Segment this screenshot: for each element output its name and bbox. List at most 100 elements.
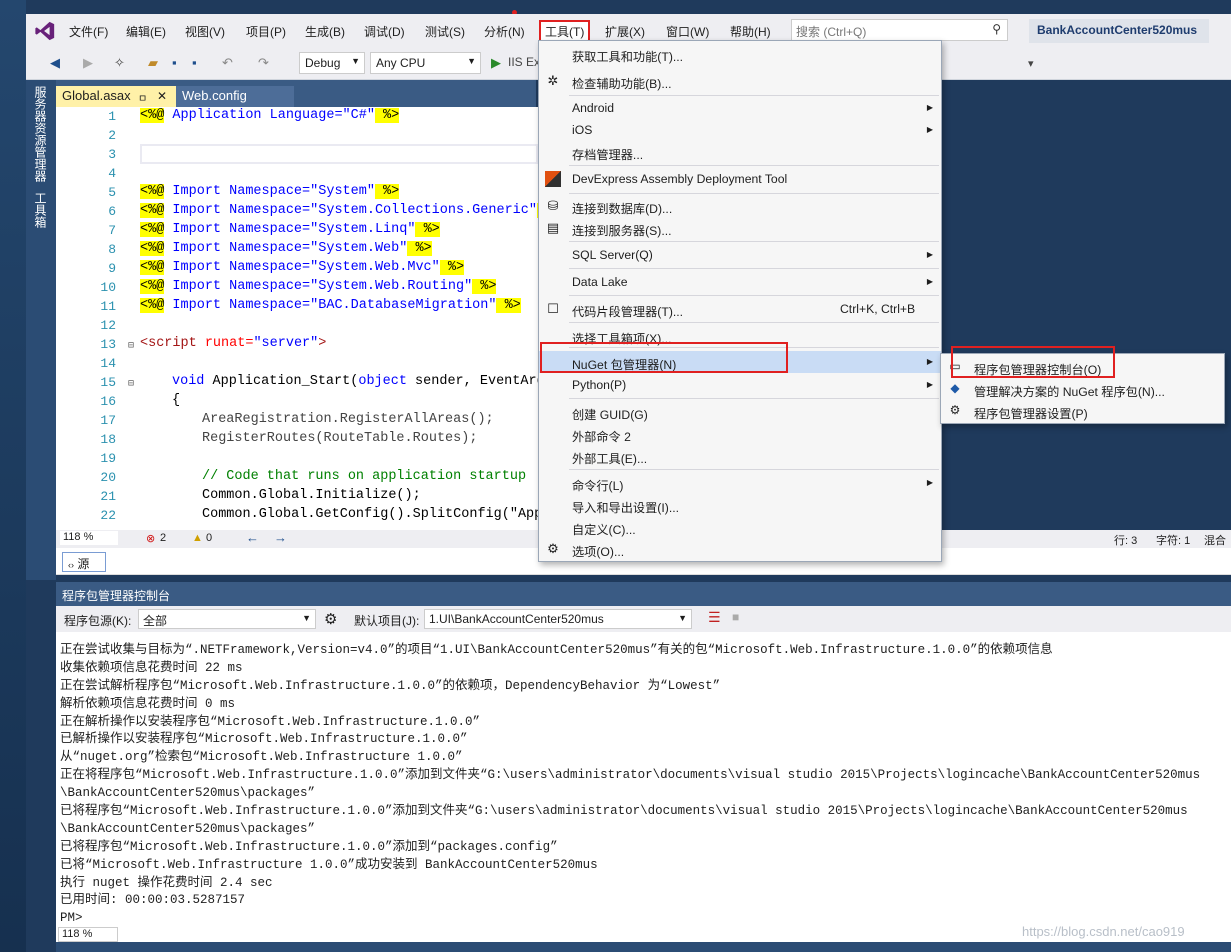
menu-item-android[interactable]: Android ▶ xyxy=(539,97,941,119)
toolbar-overflow-icon[interactable]: ▾ xyxy=(1028,57,1034,70)
nav-forward-icon[interactable]: → xyxy=(274,530,287,545)
pin-icon[interactable]: ㅁ xyxy=(138,90,147,105)
menu-test[interactable]: 测试(S) xyxy=(425,23,465,40)
directive-body: Import Namespace= xyxy=(164,241,311,256)
menu-item-accessibility[interactable]: ✲ 检查辅助功能(B)... xyxy=(539,70,941,92)
menu-item-customize[interactable]: 自定义(C)... xyxy=(539,516,941,538)
default-project-label: 默认项目(J): xyxy=(354,614,420,628)
code-line-6: <%@ Import Namespace="System.Collections… xyxy=(140,203,538,218)
error-count[interactable]: 2 xyxy=(160,532,166,544)
save-icon[interactable]: ▪ xyxy=(172,55,177,70)
submenu-item-package-manager-settings[interactable]: ⚙ 程序包管理器设置(P) xyxy=(941,400,1224,422)
menu-item-external-command-2[interactable]: 外部命令 2 xyxy=(539,423,941,445)
menu-build[interactable]: 生成(B) xyxy=(305,23,345,40)
menu-item-archive-manager[interactable]: 存档管理器... xyxy=(539,141,941,163)
collapse-icon[interactable]: ⊟ xyxy=(128,340,134,352)
line-number: 21 xyxy=(100,489,116,504)
run-icon[interactable]: ▶ xyxy=(491,55,501,71)
warning-count[interactable]: 0 xyxy=(206,532,212,544)
back-icon[interactable]: ◀ xyxy=(50,55,60,71)
line-number: 14 xyxy=(100,356,116,371)
settings-gear-icon[interactable]: ⚙ xyxy=(324,610,337,628)
directive-open: <%@ xyxy=(140,222,165,237)
menu-edit[interactable]: 编辑(E) xyxy=(126,23,166,40)
menu-project[interactable]: 项目(P) xyxy=(246,23,286,40)
collapse-icon[interactable]: ⊟ xyxy=(128,378,134,390)
tab-global-asax[interactable]: Global.asax ㅁ ✕ xyxy=(56,86,176,107)
menu-item-connect-database[interactable]: ⛁ 连接到数据库(D)... xyxy=(539,195,941,217)
menu-item-connect-server[interactable]: ▤ 连接到服务器(S)... xyxy=(539,217,941,239)
chevron-down-icon: ▼ xyxy=(302,613,311,623)
menu-item-label: 外部工具(E)... xyxy=(572,452,648,466)
menu-item-get-tools[interactable]: 获取工具和功能(T)... xyxy=(539,43,941,65)
menu-item-external-tools[interactable]: 外部工具(E)... xyxy=(539,445,941,467)
warning-icon: ▲ xyxy=(192,532,203,544)
directive-body: Import Namespace= xyxy=(164,203,311,218)
default-project-select[interactable]: 1.UI\BankAccountCenter520mus ▼ xyxy=(424,609,692,629)
toolbox-tab[interactable]: 工具箱 xyxy=(32,192,49,228)
new-project-icon[interactable]: ✧ xyxy=(114,55,125,71)
redo-icon[interactable]: ↷ xyxy=(258,55,269,71)
console-output[interactable]: 正在尝试收集与目标为“.NETFramework,Version=v4.0”的项… xyxy=(60,642,1230,928)
open-file-icon[interactable]: ▰ xyxy=(148,55,158,71)
submenu-item-manage-nuget-packages[interactable]: ◆ 管理解决方案的 NuGet 程序包(N)... xyxy=(941,378,1224,400)
run-target-label[interactable]: IIS Ex xyxy=(508,55,540,69)
undo-icon[interactable]: ↶ xyxy=(222,55,233,71)
menu-debug[interactable]: 调试(D) xyxy=(364,23,405,40)
menu-analyze[interactable]: 分析(N) xyxy=(484,23,525,40)
menu-item-label: 命令行(L) xyxy=(572,479,624,493)
line-number: 18 xyxy=(100,432,116,447)
menu-extensions[interactable]: 扩展(X) xyxy=(605,23,645,40)
submenu-arrow-icon: ▶ xyxy=(926,357,933,366)
default-project-value: 1.UI\BankAccountCenter520mus xyxy=(429,612,604,626)
zoom-select[interactable]: 118 % xyxy=(60,531,118,545)
line-number: 17 xyxy=(100,413,116,428)
desktop-background xyxy=(0,0,26,952)
menu-item-label: 连接到服务器(S)... xyxy=(572,224,672,238)
menu-item-python[interactable]: Python(P) ▶ xyxy=(539,374,941,396)
line-number: 9 xyxy=(108,261,116,276)
menu-view[interactable]: 视图(V) xyxy=(185,23,225,40)
close-icon[interactable]: ✕ xyxy=(157,89,167,103)
forward-icon[interactable]: ▶ xyxy=(83,55,93,71)
source-view-button[interactable]: ‹› 源 xyxy=(62,552,106,572)
current-line-highlight xyxy=(140,144,538,164)
menu-item-create-guid[interactable]: 创建 GUID(G) xyxy=(539,401,941,423)
stop-icon[interactable]: ■ xyxy=(732,610,739,624)
platform-select[interactable]: Any CPU ▼ xyxy=(370,52,481,74)
menu-item-label: 存档管理器... xyxy=(572,148,644,162)
menu-item-import-export[interactable]: 导入和导出设置(I)... xyxy=(539,494,941,516)
menu-item-snippet-manager[interactable]: ☐ 代码片段管理器(T)... Ctrl+K, Ctrl+B xyxy=(539,298,941,320)
code-editor[interactable]: 1 2 3 4 5 6 7 8 9 10 11 12 13 14 15 16 1… xyxy=(56,107,538,530)
clear-console-icon[interactable]: ☰ xyxy=(708,609,721,626)
console-zoom-select[interactable]: 118 % xyxy=(58,927,118,942)
server-explorer-tab[interactable]: 服务器资源管理器 xyxy=(32,86,49,182)
console-line: 收集依赖项信息花费时间 22 ms xyxy=(60,660,243,675)
configuration-select[interactable]: Debug ▼ xyxy=(299,52,365,74)
menu-item-options[interactable]: ⚙ 选项(O)... xyxy=(539,538,941,560)
code-line-13: <script runat="server"> xyxy=(140,336,326,351)
tab-web-config[interactable]: Web.config xyxy=(176,86,294,107)
menu-item-ios[interactable]: iOS ▶ xyxy=(539,119,941,141)
code-line-21: Common.Global.Initialize(); xyxy=(202,488,421,503)
menu-window[interactable]: 窗口(W) xyxy=(666,23,709,40)
menu-separator xyxy=(569,322,939,323)
quick-launch-search[interactable]: 搜索 (Ctrl+Q) ⚲ xyxy=(791,19,1008,41)
directive-value: "System.Linq" xyxy=(310,222,416,237)
menu-item-sql-server[interactable]: SQL Server(Q) ▶ xyxy=(539,244,941,266)
gear-icon: ⚙ xyxy=(949,403,961,417)
tab-label: Global.asax xyxy=(62,88,131,103)
save-all-icon[interactable]: ▪ xyxy=(192,55,197,70)
console-toolbar: 程序包源(K): 全部 ▼ ⚙ 默认项目(J): 1.UI\BankAccount… xyxy=(56,606,1231,632)
line-number: 3 xyxy=(108,147,116,162)
nav-back-icon[interactable]: ← xyxy=(246,530,259,545)
menu-separator xyxy=(569,295,939,296)
directive-close: %> xyxy=(415,222,440,237)
package-source-select[interactable]: 全部 ▼ xyxy=(138,609,316,629)
menu-file[interactable]: 文件(F) xyxy=(69,23,108,40)
code-line-15: void Application_Start(object sender, Ev… xyxy=(172,374,538,389)
menu-item-devexpress[interactable]: DevExpress Assembly Deployment Tool xyxy=(539,168,941,190)
menu-item-data-lake[interactable]: Data Lake ▶ xyxy=(539,271,941,293)
menu-item-command-line[interactable]: 命令行(L) ▶ xyxy=(539,472,941,494)
menu-help[interactable]: 帮助(H) xyxy=(730,23,771,40)
